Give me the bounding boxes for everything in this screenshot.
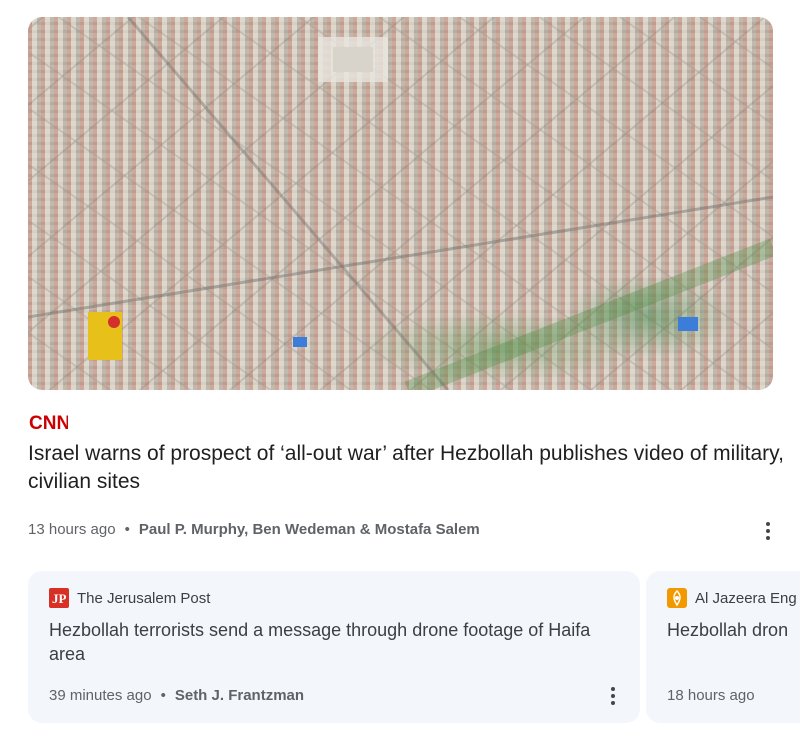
timestamp: 18 hours ago [667, 687, 755, 704]
timestamp: 39 minutes ago [49, 687, 152, 704]
more-options-button[interactable] [603, 686, 623, 706]
card-meta: 18 hours ago [667, 687, 755, 704]
main-headline[interactable]: Israel warns of prospect of ‘all-out war… [28, 440, 788, 496]
svg-text:CNN: CNN [29, 413, 68, 432]
main-story-image[interactable] [28, 17, 773, 390]
more-vert-icon [766, 522, 770, 526]
related-story-card[interactable]: Al Jazeera Eng Hezbollah dron 18 hours a… [646, 571, 800, 723]
byline: Seth J. Frantzman [174, 687, 305, 704]
source-name: Al Jazeera Eng [695, 589, 797, 607]
timestamp: 13 hours ago [28, 521, 116, 538]
card-source: Al Jazeera Eng [667, 588, 797, 608]
hero-photo-overlay [28, 17, 773, 390]
separator: • [124, 521, 130, 538]
cnn-logo[interactable]: CNN [28, 412, 68, 432]
related-story-card[interactable]: JP The Jerusalem Post Hezbollah terroris… [28, 571, 640, 723]
main-story-meta: 13 hours ago • Paul P. Murphy, Ben Wedeman… [28, 521, 480, 538]
more-vert-icon [611, 687, 615, 691]
card-headline[interactable]: Hezbollah dron [667, 618, 800, 642]
card-source: JP The Jerusalem Post [49, 588, 210, 608]
card-meta: 39 minutes ago • Seth J. Frantzman [49, 687, 304, 704]
separator: • [160, 687, 166, 704]
card-headline[interactable]: Hezbollah terrorists send a message thro… [49, 618, 609, 666]
svg-text:JP: JP [52, 591, 67, 606]
aljazeera-logo [667, 588, 687, 608]
source-name: The Jerusalem Post [77, 589, 211, 607]
jpost-logo: JP [49, 588, 69, 608]
byline: Paul P. Murphy, Ben Wedeman & Mostafa Sa… [138, 521, 480, 538]
more-options-button[interactable] [758, 521, 778, 541]
